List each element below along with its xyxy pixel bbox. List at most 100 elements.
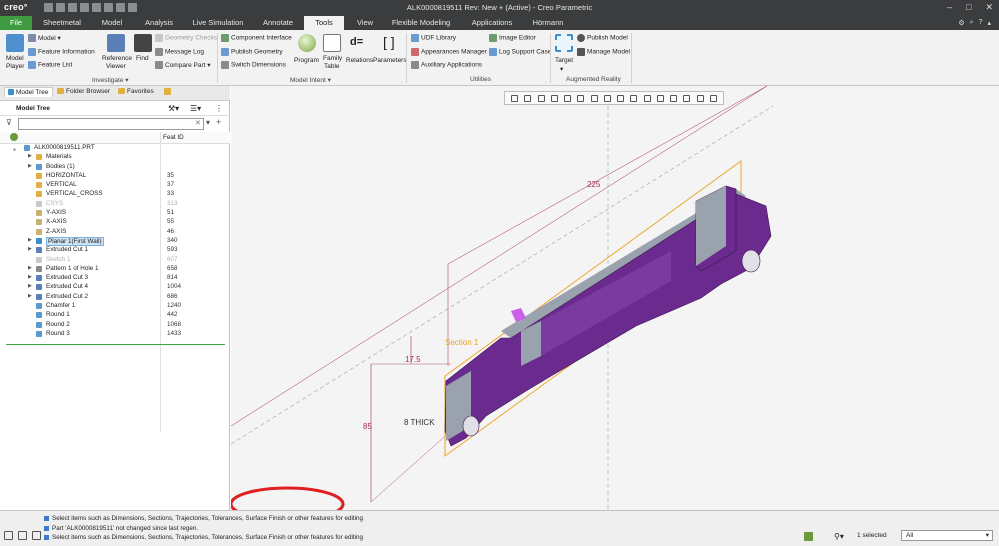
expand-arrow-icon[interactable]: ▶	[28, 264, 32, 273]
expand-arrow-icon[interactable]: ▶	[28, 236, 32, 245]
switch-dimensions-button[interactable]: Switch Dimensions	[221, 61, 286, 69]
filter-dropdown-icon[interactable]: ▾	[206, 118, 210, 127]
show-browser-icon[interactable]	[18, 531, 27, 540]
settings-icon[interactable]: ⚙	[958, 19, 964, 27]
parameters-label[interactable]: Parameters	[373, 57, 407, 64]
show-navigator-icon[interactable]	[4, 531, 13, 540]
family-table-label-1[interactable]: Family	[323, 55, 342, 62]
tree-search-input[interactable]	[18, 118, 204, 130]
tree-item[interactable]: ▶ Planar 1(First Wall) 340	[0, 236, 230, 246]
expand-arrow-icon[interactable]: ▶	[28, 162, 32, 171]
find-binoculars-icon[interactable]: ⚲▾	[834, 532, 844, 541]
find-label[interactable]: Find	[136, 55, 149, 62]
image-editor-button[interactable]: Image Editor	[489, 34, 536, 42]
tab-model-tree[interactable]: Model Tree	[4, 87, 53, 97]
group-investigate[interactable]: Investigate ▾	[92, 76, 129, 84]
tree-item[interactable]: Round 2 1068	[0, 320, 230, 329]
tree-item[interactable]: VERTICAL 37	[0, 180, 230, 189]
tree-item[interactable]: ▶ Materials	[0, 152, 230, 161]
model-player-icon[interactable]	[6, 34, 24, 52]
insert-here-marker[interactable]	[6, 344, 225, 345]
target-icon[interactable]	[555, 34, 573, 52]
relations-icon[interactable]: d=	[350, 36, 363, 48]
tab-model[interactable]: Model	[96, 16, 128, 30]
family-table-label-2[interactable]: Table	[324, 63, 340, 70]
expand-arrow-icon[interactable]: ▶	[28, 152, 32, 161]
clear-filter-icon[interactable]: ✕	[195, 119, 201, 127]
tab-file[interactable]: File	[0, 16, 32, 30]
maximize-icon[interactable]: □	[966, 2, 971, 13]
full-screen-icon[interactable]	[32, 531, 41, 540]
tab-annotate[interactable]: Annotate	[256, 16, 300, 30]
tree-item[interactable]: X-AXIS 55	[0, 217, 230, 226]
tab-live-simulation[interactable]: Live Simulation	[188, 16, 248, 30]
tab-extra[interactable]	[164, 88, 173, 95]
tree-item[interactable]: Sketch 1 607	[0, 255, 230, 264]
minimize-ribbon-icon[interactable]: ▴	[987, 19, 991, 27]
add-filter-icon[interactable]: +	[216, 117, 221, 127]
tree-root-settings-icon[interactable]	[10, 133, 18, 141]
tab-favorites[interactable]: Favorites	[118, 88, 154, 95]
manage-model-button[interactable]: Manage Model	[577, 48, 630, 56]
tree-item[interactable]: Round 3 1433	[0, 329, 230, 338]
publish-geometry-button[interactable]: Publish Geometry	[221, 48, 283, 56]
tree-item[interactable]: ▶ Pattern 1 of Hole 1 658	[0, 264, 230, 273]
appearances-manager-button[interactable]: Appearances Manager	[411, 48, 487, 56]
relations-label[interactable]: Relations	[346, 57, 373, 64]
udf-library-button[interactable]: UDF Library	[411, 34, 456, 42]
regen-status-icon[interactable]	[804, 532, 813, 541]
expand-arrow-icon[interactable]: ▶	[28, 273, 32, 282]
tab-flexible-modeling[interactable]: Flexible Modeling	[388, 16, 454, 30]
model-button[interactable]: Model ▾	[28, 34, 61, 43]
parameters-icon[interactable]: [ ]	[383, 34, 395, 50]
publish-model-button[interactable]: Publish Model	[577, 34, 628, 42]
log-support-case-button[interactable]: Log Support Case	[489, 48, 551, 56]
model-player-label-2[interactable]: Player	[6, 63, 24, 70]
tree-item[interactable]: Y-AXIS 51	[0, 208, 230, 217]
reference-viewer-label-1[interactable]: Reference	[102, 55, 132, 62]
expand-arrow-icon[interactable]: ▶	[28, 292, 32, 301]
expand-arrow-icon[interactable]: ▶	[28, 245, 32, 254]
help-icon[interactable]: ?	[979, 19, 983, 27]
minimize-icon[interactable]: –	[947, 2, 952, 13]
tree-item[interactable]: Chamfer 1 1240	[0, 301, 230, 310]
program-icon[interactable]	[298, 34, 316, 52]
tab-analysis[interactable]: Analysis	[140, 16, 178, 30]
component-interface-button[interactable]: Component Interface	[221, 34, 292, 42]
expand-arrow-icon[interactable]: ▶	[28, 282, 32, 291]
tree-item[interactable]: ▶ Bodies (1)	[0, 162, 230, 171]
graphics-window[interactable]: 225 17.5 85 8 THICK Section 1	[231, 86, 999, 510]
feat-id-column-header[interactable]: Feat ID	[163, 134, 184, 141]
tree-item[interactable]: Z-AXIS 46	[0, 227, 230, 236]
selection-filter-select[interactable]: All ▾	[901, 530, 993, 541]
tree-settings-icon[interactable]: ⚒▾	[168, 104, 179, 113]
tree-item[interactable]: ▶ Extruded Cut 2 686	[0, 292, 230, 301]
tab-view[interactable]: View	[350, 16, 380, 30]
geometry-checks-button[interactable]: Geometry Checks	[155, 34, 217, 42]
tree-root[interactable]: ● ALK0000819511.PRT	[0, 143, 230, 153]
tab-applications[interactable]: Applications	[464, 16, 520, 30]
compare-part-button[interactable]: Compare Part ▾	[155, 61, 211, 70]
close-icon[interactable]: ✕	[985, 2, 993, 13]
feature-list-button[interactable]: Feature List	[28, 61, 72, 69]
more-options-icon[interactable]: ⋮	[215, 104, 223, 113]
tree-item[interactable]: ▶ Extruded Cut 1 593	[0, 245, 230, 254]
group-model-intent[interactable]: Model Intent ▾	[290, 76, 331, 84]
reference-viewer-label-2[interactable]: Viewer	[106, 63, 126, 70]
tree-item[interactable]: ▶ Extruded Cut 4 1004	[0, 282, 230, 291]
tree-item[interactable]: VERTICAL_CROSS 33	[0, 189, 230, 198]
reference-viewer-icon[interactable]	[107, 34, 125, 52]
tab-sheetmetal[interactable]: Sheetmetal	[36, 16, 88, 30]
model-player-label-1[interactable]: Model	[6, 55, 24, 62]
search-icon[interactable]: ⌕	[970, 19, 974, 27]
show-columns-icon[interactable]: ☰▾	[190, 104, 201, 113]
tree-item[interactable]: CSYS 313	[0, 199, 230, 208]
find-icon[interactable]	[134, 34, 152, 52]
tab-tools[interactable]: Tools	[304, 16, 344, 30]
program-label[interactable]: Program	[294, 57, 319, 64]
tab-folder-browser[interactable]: Folder Browser	[57, 88, 110, 95]
target-label[interactable]: Target	[555, 57, 573, 64]
feature-information-button[interactable]: Feature Information	[28, 48, 95, 56]
tab-hormann[interactable]: Hörmann	[528, 16, 568, 30]
tree-item[interactable]: ▶ Extruded Cut 3 814	[0, 273, 230, 282]
